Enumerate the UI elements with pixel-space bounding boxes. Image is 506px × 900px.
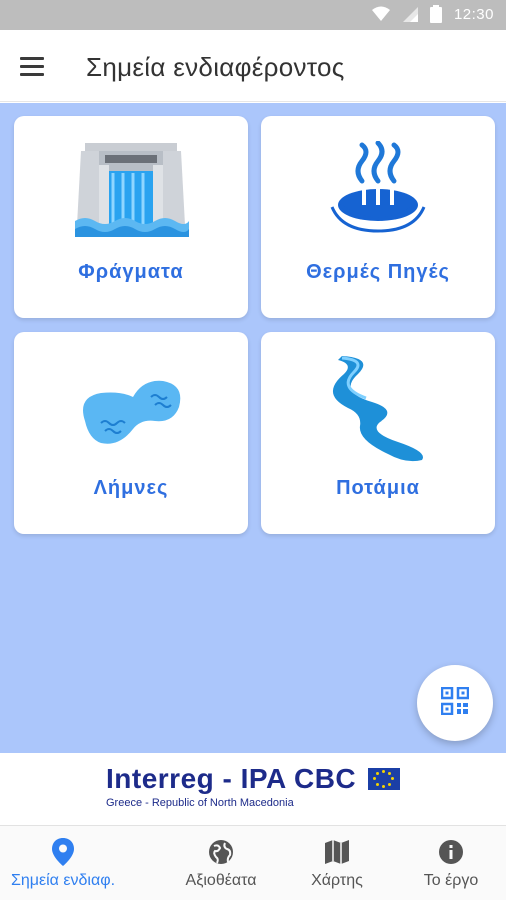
- globe-icon: [207, 838, 235, 866]
- lake-icon: [71, 352, 191, 462]
- nav-label: Αξιοθέατα: [185, 872, 257, 889]
- nav-item-project[interactable]: Το έργο: [388, 826, 506, 900]
- card-hot-springs[interactable]: Θερμές Πηγές: [261, 116, 495, 318]
- signal-icon: [402, 6, 418, 22]
- nav-item-map[interactable]: Χάρτης: [274, 826, 400, 900]
- page-title: Σημεία ενδιαφέροντος: [86, 52, 345, 82]
- nav-label: Χάρτης: [311, 872, 363, 889]
- battery-icon: [429, 5, 442, 23]
- hamburger-menu-icon[interactable]: [20, 52, 54, 80]
- card-dams[interactable]: Φράγματα: [14, 116, 248, 318]
- dam-icon: [71, 136, 191, 246]
- nav-item-sights[interactable]: Αξιοθέατα: [158, 826, 284, 900]
- hot-spring-icon: [318, 136, 438, 246]
- card-label: Φράγματα: [78, 261, 184, 283]
- interreg-banner: Interreg - IPA CBC Greece - Republic of …: [0, 753, 506, 825]
- status-bar: 12:30: [0, 0, 506, 30]
- status-icons: 12:30: [371, 5, 494, 23]
- bottom-navigation: Σημεία ενδιαφ. Αξιοθέατα Χάρτης Το έργο: [0, 825, 506, 900]
- wifi-icon: [371, 6, 390, 22]
- status-time: 12:30: [453, 5, 494, 23]
- card-label: Θερμές Πηγές: [306, 261, 450, 283]
- nav-label: Σημεία ενδιαφ.: [10, 872, 116, 889]
- banner-subtitle: Greece - Republic of North Macedonia: [106, 797, 294, 809]
- card-label: Ποτάμια: [336, 477, 420, 499]
- interreg-logo: Interreg - IPA CBC Greece - Republic of …: [106, 763, 401, 809]
- app-bar: Σημεία ενδιαφέροντος: [0, 30, 506, 102]
- card-lakes[interactable]: Λήμνες: [14, 332, 248, 534]
- card-label: Λήμνες: [93, 477, 169, 499]
- content-area: Φράγματα Θερμές Πηγές Λήμνες Ποτάμια: [0, 103, 506, 753]
- map-icon: [323, 838, 351, 866]
- river-icon: [318, 352, 438, 462]
- qr-code-icon: [440, 686, 470, 720]
- eu-flag-icon: [368, 768, 401, 790]
- nav-label: Το έργο: [423, 872, 479, 889]
- nav-item-points-of-interest[interactable]: Σημεία ενδιαφ.: [0, 826, 126, 900]
- qr-code-button[interactable]: [417, 665, 493, 741]
- banner-title: Interreg - IPA CBC: [106, 763, 357, 794]
- card-rivers[interactable]: Ποτάμια: [261, 332, 495, 534]
- location-pin-icon: [49, 838, 77, 866]
- info-icon: [437, 838, 465, 866]
